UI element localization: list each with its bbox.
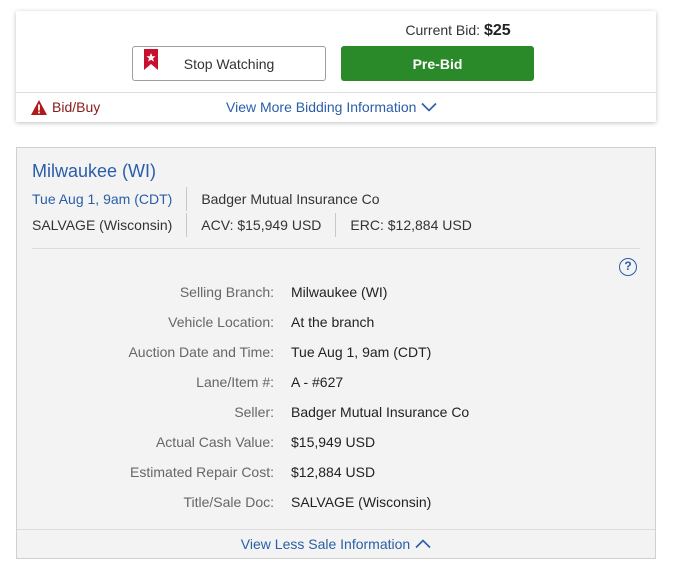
sale-information-panel: Milwaukee (WI) Tue Aug 1, 9am (CDT) Badg…: [16, 147, 656, 559]
detail-row-seller: Seller: Badger Mutual Insurance Co: [17, 402, 655, 432]
divider: [32, 248, 640, 249]
detail-row-auction-date: Auction Date and Time: Tue Aug 1, 9am (C…: [17, 342, 655, 372]
stop-watching-label: Stop Watching: [183, 56, 275, 72]
warning-icon: [31, 99, 47, 115]
auction-date-link[interactable]: Tue Aug 1, 9am (CDT): [32, 191, 172, 207]
stop-watching-button[interactable]: Stop Watching: [132, 46, 326, 81]
sale-summary-row-2: SALVAGE (Wisconsin) ACV: $15,949 USD ERC…: [32, 213, 486, 237]
detail-row-lane-item: Lane/Item #: A - #627: [17, 372, 655, 402]
detail-label: Vehicle Location:: [168, 314, 274, 330]
detail-value: A - #627: [291, 374, 344, 390]
bidbuy-label: Bid/Buy: [52, 99, 101, 115]
divider: [17, 529, 655, 530]
view-more-bidding-info-link[interactable]: View More Bidding Information: [226, 99, 437, 115]
detail-label: Seller:: [234, 404, 274, 420]
less-info-label: View Less Sale Information: [240, 536, 411, 552]
detail-value: Tue Aug 1, 9am (CDT): [291, 344, 432, 360]
separator: [186, 213, 188, 237]
current-bid: Current Bid: $25: [16, 22, 656, 40]
detail-row-actual-cash-value: Actual Cash Value: $15,949 USD: [17, 432, 655, 462]
bidbuy-indicator: Bid/Buy: [31, 99, 100, 115]
seller-summary: Badger Mutual Insurance Co: [201, 191, 380, 207]
current-bid-label: Current Bid:: [405, 22, 481, 38]
prebid-button[interactable]: Pre-Bid: [341, 46, 534, 81]
acv-summary: ACV: $15,949 USD: [201, 217, 322, 233]
detail-label: Lane/Item #:: [196, 374, 274, 390]
detail-label: Actual Cash Value:: [155, 434, 274, 450]
sale-summary-row-1: Tue Aug 1, 9am (CDT) Badger Mutual Insur…: [32, 187, 394, 211]
more-info-label: View More Bidding Information: [226, 99, 417, 115]
sale-location-title: Milwaukee (WI): [32, 161, 157, 181]
erc-summary: ERC: $12,884 USD: [350, 217, 472, 233]
detail-label: Estimated Repair Cost:: [130, 464, 274, 480]
current-bid-value: $25: [483, 22, 511, 39]
detail-row-vehicle-location: Vehicle Location: At the branch: [17, 312, 655, 342]
sale-details-list: Selling Branch: Milwaukee (WI) Vehicle L…: [17, 282, 655, 522]
detail-label: Auction Date and Time:: [128, 344, 274, 360]
title-doc-summary: SALVAGE (Wisconsin): [32, 217, 173, 233]
help-icon[interactable]: ?: [619, 258, 637, 276]
detail-label: Selling Branch:: [179, 284, 274, 300]
detail-value: SALVAGE (Wisconsin): [291, 494, 432, 510]
detail-value: Milwaukee (WI): [291, 284, 388, 300]
detail-value: Badger Mutual Insurance Co: [291, 404, 470, 420]
detail-row-title-sale-doc: Title/Sale Doc: SALVAGE (Wisconsin): [17, 492, 655, 522]
view-less-sale-info-link[interactable]: View Less Sale Information: [17, 536, 655, 552]
detail-value: $12,884 USD: [291, 464, 376, 480]
detail-label: Title/Sale Doc:: [183, 494, 274, 510]
separator: [186, 187, 188, 211]
detail-value: At the branch: [291, 314, 375, 330]
detail-value: $15,949 USD: [291, 434, 376, 450]
chevron-down-icon: [421, 102, 437, 112]
separator: [335, 213, 337, 237]
detail-row-estimated-repair-cost: Estimated Repair Cost: $12,884 USD: [17, 462, 655, 492]
chevron-up-icon: [415, 539, 431, 549]
divider: [16, 92, 656, 93]
detail-row-selling-branch: Selling Branch: Milwaukee (WI): [17, 282, 655, 312]
bid-card: Current Bid: $25 Stop Watching Pre-Bid B…: [16, 11, 656, 122]
